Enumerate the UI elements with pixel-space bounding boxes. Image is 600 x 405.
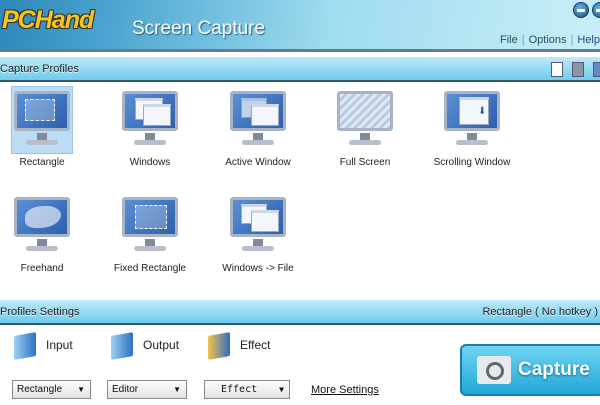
menu-file[interactable]: File	[500, 34, 518, 46]
monitor-icon	[12, 195, 72, 255]
profile-fixed-rectangle[interactable]: Fixed Rectangle	[101, 192, 199, 274]
profile-windows-file[interactable]: Windows -> File	[209, 192, 307, 274]
menu-options[interactable]: Options	[529, 34, 567, 46]
output-section: Output	[111, 332, 180, 360]
capture-profiles-bar: Capture Profiles	[0, 57, 600, 82]
profile-label: Freehand	[20, 263, 64, 274]
input-label: Input	[46, 338, 73, 353]
current-profile-status: Rectangle ( No hotkey )	[482, 306, 598, 318]
profile-windows[interactable]: Windows	[101, 86, 199, 168]
profile-active-window[interactable]: Active Window	[209, 86, 307, 168]
input-icon	[14, 332, 36, 360]
manage-profiles-icon[interactable]	[593, 62, 600, 77]
profile-label: Fixed Rectangle	[113, 263, 187, 274]
profile-label: Full Screen	[339, 157, 391, 168]
effect-icon	[208, 332, 230, 360]
output-select-value: Editor	[112, 384, 139, 395]
chevron-down-icon: ▼	[77, 385, 85, 394]
app-header: PCHand Screen Capture File | Options | Help	[0, 0, 600, 52]
minimize-button[interactable]	[573, 2, 589, 18]
effect-label: Effect	[240, 338, 271, 353]
monitor-icon	[228, 89, 288, 149]
profile-rectangle[interactable]: Rectangle	[0, 86, 91, 168]
input-select[interactable]: Rectangle ▼	[12, 380, 91, 399]
monitor-icon	[120, 89, 180, 149]
capture-profiles-title: Capture Profiles	[0, 63, 79, 75]
profile-full-screen[interactable]: Full Screen	[316, 86, 414, 168]
camera-icon	[477, 356, 511, 384]
menu-help[interactable]: Help	[577, 34, 600, 46]
profile-label: Windows -> File	[222, 263, 294, 274]
capture-button[interactable]: Capture	[460, 344, 600, 396]
profile-label: Active Window	[225, 157, 291, 168]
menu-bar: File | Options | Help	[500, 34, 600, 46]
app-title: Screen Capture	[132, 18, 266, 39]
app-logo: PCHand	[2, 6, 94, 34]
capture-label: Capture	[518, 359, 590, 380]
input-section: Input	[14, 332, 73, 360]
save-profile-icon[interactable]	[572, 62, 584, 77]
profile-scrolling-window[interactable]: ⬇ Scrolling Window	[423, 86, 521, 168]
monitor-icon	[12, 89, 72, 149]
profile-label: Scrolling Window	[433, 157, 511, 168]
monitor-icon: ⬇	[442, 89, 502, 149]
chevron-down-icon: ▼	[173, 385, 181, 394]
monitor-icon	[120, 195, 180, 255]
new-profile-icon[interactable]	[551, 62, 563, 77]
profiles-settings-bar: Profiles Settings Rectangle ( No hotkey …	[0, 300, 600, 325]
output-select[interactable]: Editor ▼	[107, 380, 187, 399]
more-settings-link[interactable]: More Settings	[311, 384, 379, 396]
effect-select-value: Effect	[221, 384, 258, 395]
close-button[interactable]	[592, 2, 600, 18]
profile-label: Windows	[129, 157, 171, 168]
profiles-settings-title: Profiles Settings	[0, 306, 80, 318]
monitor-icon	[228, 195, 288, 255]
input-select-value: Rectangle	[17, 384, 63, 395]
profile-label: Rectangle	[19, 157, 65, 168]
effect-select[interactable]: Effect ▼	[204, 380, 290, 399]
chevron-down-icon: ▼	[279, 385, 284, 394]
profile-freehand[interactable]: Freehand	[0, 192, 91, 274]
monitor-icon	[335, 89, 395, 149]
output-label: Output	[143, 338, 180, 353]
output-icon	[111, 332, 133, 360]
effect-section: Effect	[208, 332, 271, 360]
